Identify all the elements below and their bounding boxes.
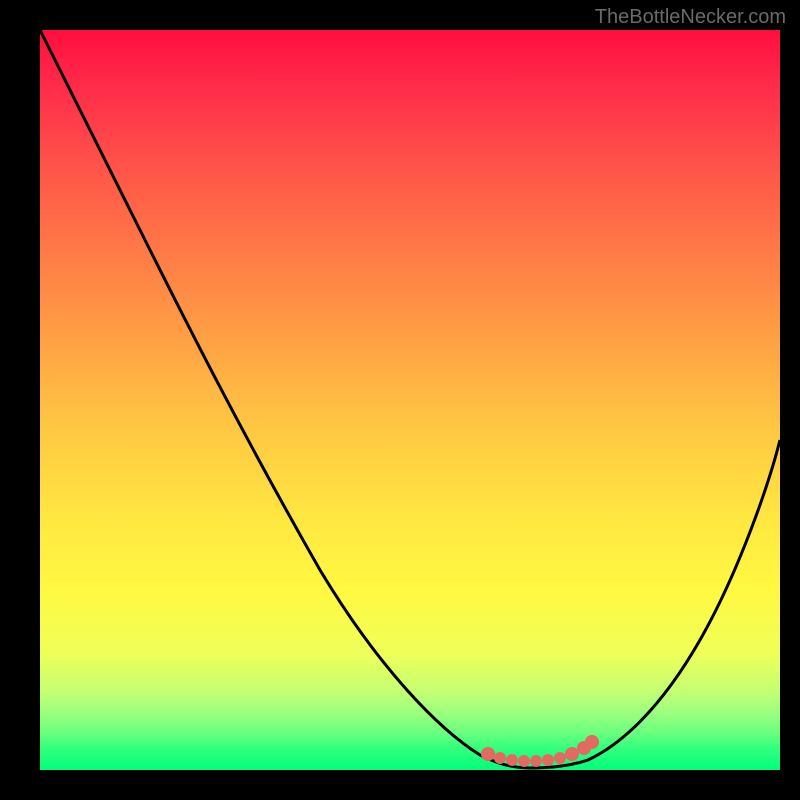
chart-container: TheBottleNecker.com (0, 0, 800, 800)
bottleneck-curve-line (40, 30, 780, 768)
watermark-text: TheBottleNecker.com (595, 6, 786, 29)
chart-svg (40, 30, 780, 770)
